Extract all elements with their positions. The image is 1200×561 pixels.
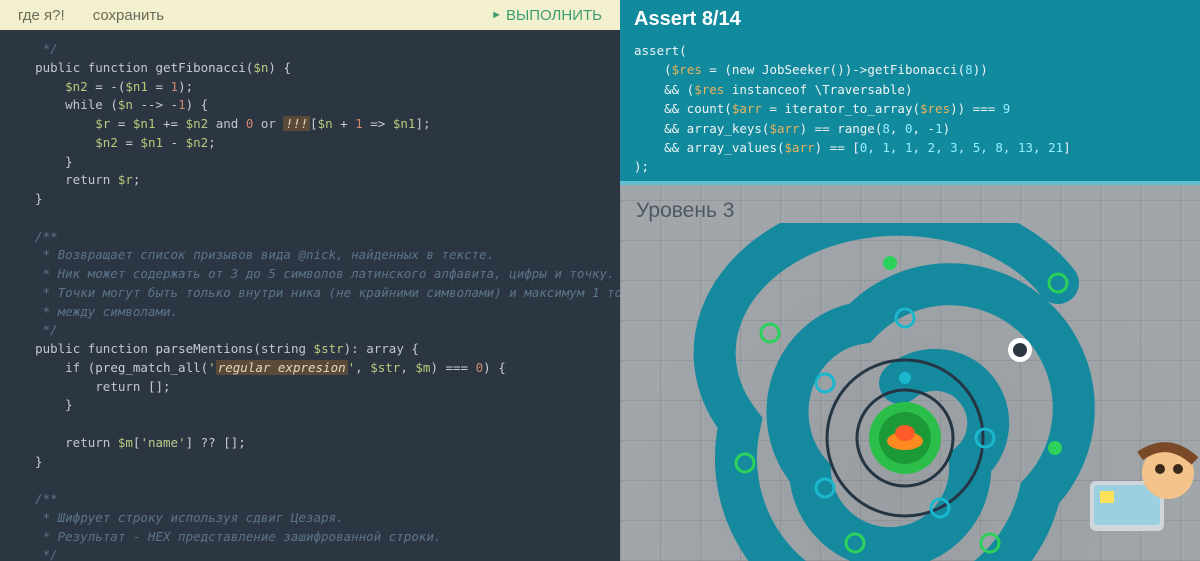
level-panel[interactable]: Уровень 3	[620, 185, 1200, 561]
assert-code: assert( ($res = (new JobSeeker())->getFi…	[634, 41, 1186, 177]
stage-dot[interactable]	[899, 372, 911, 384]
mascot-icon	[1060, 421, 1200, 561]
editor-toolbar: где я?! сохранить ВЫПОЛНИТЬ	[0, 0, 620, 30]
assert-title: Assert 8/14	[634, 8, 1186, 31]
assert-panel: Assert 8/14 assert( ($res = (new JobSeek…	[620, 0, 1200, 185]
stage-dot[interactable]	[761, 324, 779, 342]
where-am-i-link[interactable]: где я?!	[18, 7, 65, 24]
stage-dot[interactable]	[816, 374, 834, 392]
level-title: Уровень 3	[636, 199, 734, 223]
code-editor[interactable]: */ public function getFibonacci($n) { $n…	[0, 30, 620, 561]
run-button[interactable]: ВЫПОЛНИТЬ	[491, 7, 602, 24]
stage-dot[interactable]	[883, 256, 897, 270]
save-link[interactable]: сохранить	[93, 7, 164, 24]
stage-dot-current[interactable]	[1008, 338, 1032, 362]
